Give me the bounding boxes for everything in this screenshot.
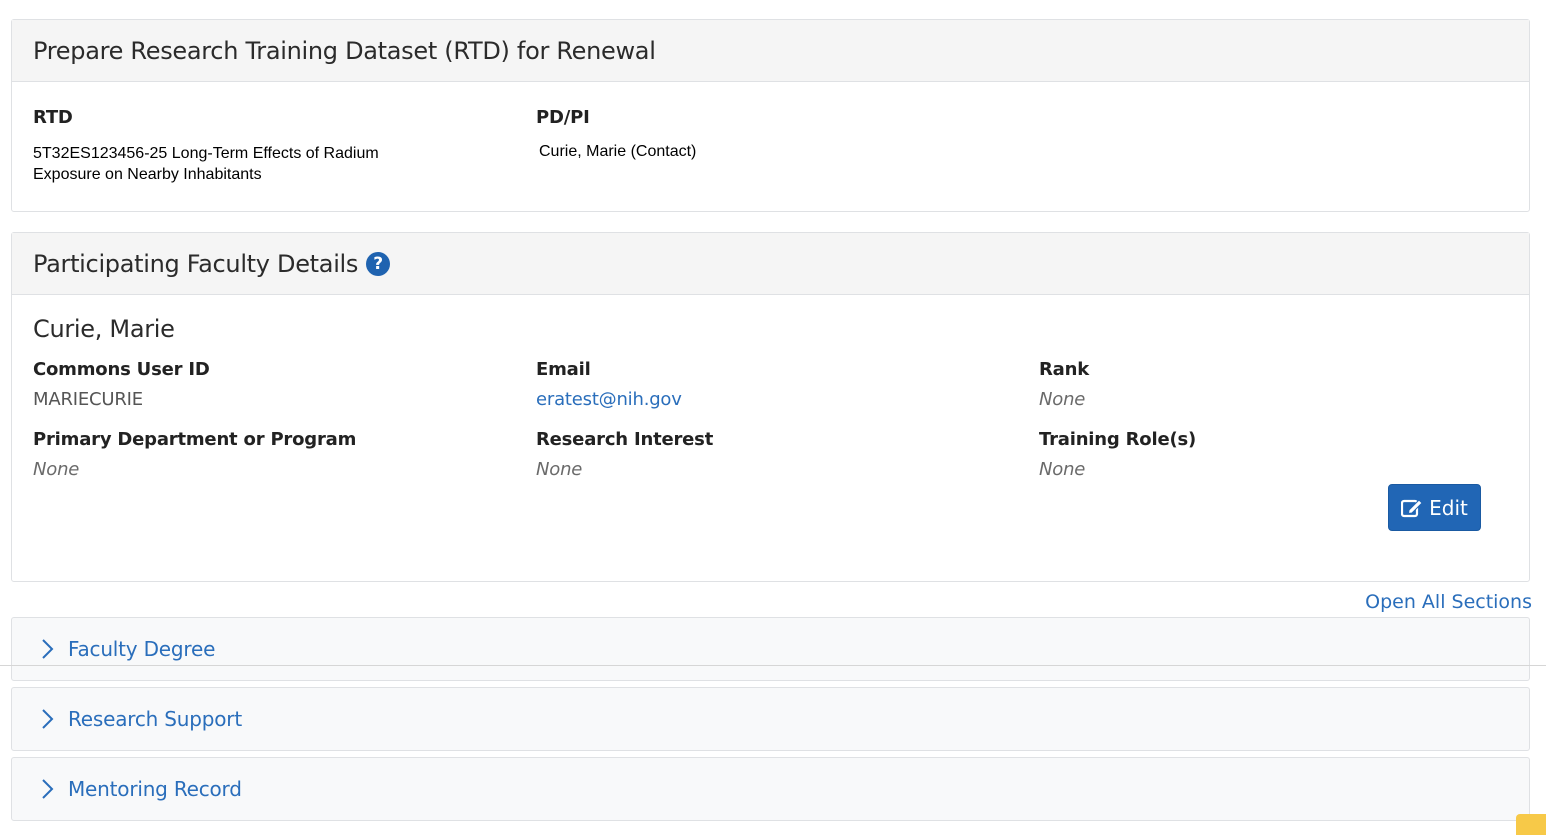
open-all-sections-link[interactable]: Open All Sections [1365, 591, 1532, 613]
section-label: Mentoring Record [68, 777, 242, 801]
training-roles-value: None [1039, 459, 1086, 480]
section-label: Faculty Degree [68, 637, 216, 661]
chevron-right-icon [40, 638, 54, 660]
research-interest-label: Research Interest [536, 429, 714, 450]
edit-button-label: Edit [1429, 495, 1468, 520]
faculty-name: Curie, Marie [33, 315, 175, 343]
scroll-to-top-tab[interactable] [1516, 814, 1546, 835]
page-title: Prepare Research Training Dataset (RTD) … [33, 36, 656, 65]
primary-department-value: None [33, 459, 80, 480]
faculty-panel-header: Participating Faculty Details ? [12, 233, 1529, 295]
research-interest-value: None [536, 459, 583, 480]
section-research-support[interactable]: Research Support [11, 687, 1530, 751]
rtd-panel: Prepare Research Training Dataset (RTD) … [11, 19, 1530, 212]
email-link[interactable]: eratest@nih.gov [536, 389, 682, 410]
faculty-panel-title: Participating Faculty Details [33, 249, 359, 278]
edit-icon [1401, 498, 1423, 518]
rank-label: Rank [1039, 359, 1089, 380]
section-faculty-degree[interactable]: Faculty Degree [11, 617, 1530, 681]
edit-button[interactable]: Edit [1388, 484, 1481, 531]
rtd-value-line1: 5T32ES123456-25 Long-Term Effects of Rad… [33, 145, 379, 162]
rtd-value-line2: Exposure on Nearby Inhabitants [33, 166, 262, 183]
rtd-panel-header: Prepare Research Training Dataset (RTD) … [12, 20, 1529, 82]
commons-user-id-value: MARIECURIE [33, 389, 143, 410]
chevron-right-icon [40, 778, 54, 800]
section-label: Research Support [68, 707, 242, 731]
email-label: Email [536, 359, 591, 380]
primary-department-label: Primary Department or Program [33, 429, 357, 450]
divider [0, 665, 1546, 666]
faculty-panel: Participating Faculty Details ? Curie, M… [11, 232, 1530, 582]
section-mentoring-record[interactable]: Mentoring Record [11, 757, 1530, 821]
commons-user-id-label: Commons User ID [33, 359, 210, 380]
rtd-label: RTD [33, 107, 73, 128]
pdpi-label: PD/PI [536, 107, 590, 128]
chevron-right-icon [40, 708, 54, 730]
pdpi-value: Curie, Marie (Contact) [539, 143, 697, 160]
question-circle-icon[interactable]: ? [366, 251, 391, 276]
training-roles-label: Training Role(s) [1039, 429, 1197, 450]
rank-value: None [1039, 389, 1086, 410]
